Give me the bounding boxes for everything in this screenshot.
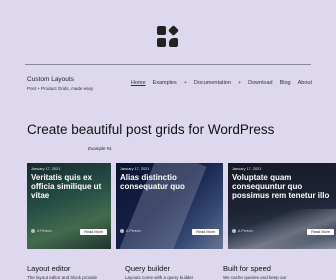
post-grid: January 17, 2021 Veritatis quis ex offic… — [27, 163, 336, 249]
post-author: A Person — [232, 229, 253, 233]
nav-expand-examples[interactable]: + — [184, 80, 187, 86]
author-name: A Person — [126, 229, 141, 233]
author-name: A Person — [238, 229, 253, 233]
site-title[interactable]: Custom Layouts — [27, 76, 74, 83]
feature-title-built-for-speed: Built for speed — [223, 264, 271, 273]
example-label: Example #1 — [88, 146, 112, 151]
feature-title-layout-editor: Layout editor — [27, 264, 71, 273]
author-name: A Person — [37, 229, 52, 233]
post-date: January 17, 2021 — [232, 167, 262, 171]
read-more-button[interactable]: Read More — [307, 229, 334, 235]
post-card[interactable]: January 17, 2021 Veritatis quis ex offic… — [27, 163, 111, 249]
site-logo-icon[interactable] — [157, 25, 179, 48]
nav-expand-documentation[interactable]: + — [238, 80, 241, 86]
post-date: January 17, 2021 — [31, 167, 61, 171]
nav-item-home[interactable]: Home — [131, 80, 146, 86]
site-tagline: Post + Product Grids, made easy — [27, 86, 94, 91]
hero-headline: Create beautiful post grids for WordPres… — [27, 122, 275, 137]
feature-desc-query-builder: Layouts come with a query builder — [125, 275, 194, 280]
post-author: A Person — [31, 229, 52, 233]
feature-desc-built-for-speed: We cache queries and keep our — [223, 275, 287, 280]
header-divider — [25, 64, 311, 65]
author-avatar-icon — [232, 229, 236, 233]
post-card[interactable]: January 17, 2021 Voluptate quam consequu… — [228, 163, 336, 249]
post-title[interactable]: Alias distinctio consequatur quo — [120, 173, 219, 191]
nav-item-download[interactable]: Download — [248, 80, 272, 86]
author-avatar-icon — [120, 229, 124, 233]
post-title[interactable]: Veritatis quis ex officia similique ut v… — [31, 173, 107, 200]
nav-item-blog[interactable]: Blog — [280, 80, 291, 86]
nav-item-documentation[interactable]: Documentation — [194, 80, 231, 86]
author-avatar-icon — [31, 229, 35, 233]
post-author: A Person — [120, 229, 141, 233]
post-card[interactable]: January 17, 2021 Alias distinctio conseq… — [116, 163, 223, 249]
read-more-button[interactable]: Read More — [192, 229, 219, 235]
nav-item-about[interactable]: About — [298, 80, 312, 86]
nav-item-examples[interactable]: Examples — [153, 80, 177, 86]
feature-desc-layout-editor: The layout editor and block provide — [27, 275, 98, 280]
post-title[interactable]: Voluptate quam consequuntur quo possimus… — [232, 173, 334, 200]
main-nav: Home Examples + Documentation + Download… — [131, 80, 312, 86]
post-date: January 17, 2021 — [120, 167, 150, 171]
read-more-button[interactable]: Read More — [80, 229, 107, 235]
feature-title-query-builder: Query builder — [125, 264, 171, 273]
